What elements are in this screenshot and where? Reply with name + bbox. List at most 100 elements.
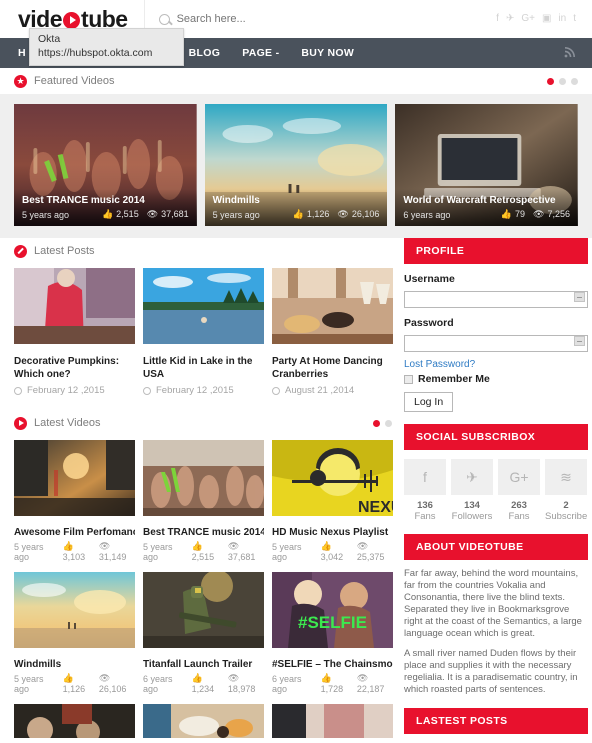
password-input[interactable] bbox=[404, 335, 588, 352]
nav-item-page[interactable]: PAGE - bbox=[231, 47, 290, 59]
list-item[interactable]: #SELFIE #SELFIE – The Chainsmokers 6 yea… bbox=[272, 572, 393, 694]
remember-me-row[interactable]: Remember Me bbox=[404, 373, 588, 385]
list-item[interactable]: NEXU HD Music Nexus Playlist 5 years ago… bbox=[272, 440, 402, 562]
autofill-icon[interactable] bbox=[574, 336, 585, 346]
featured-card[interactable]: World of Warcraft Retrospective 6 years … bbox=[395, 104, 579, 226]
eye-icon: 👁 bbox=[98, 541, 111, 551]
latest-videos-row-1: Awesome Film Perfomance 5 years ago 👍3,1… bbox=[14, 440, 402, 562]
clock-icon bbox=[14, 386, 22, 395]
social-label: Fans bbox=[414, 511, 436, 522]
facebook-icon[interactable]: f bbox=[496, 14, 499, 24]
about-widget: ABOUT VIDEOTUBE Far far away, behind the… bbox=[404, 534, 588, 696]
latest-videos-header: Latest Videos bbox=[14, 410, 392, 436]
eye-icon: 👁 bbox=[356, 673, 369, 683]
carousel-dot-3[interactable] bbox=[571, 77, 578, 85]
lost-password-link[interactable]: Lost Password? bbox=[404, 359, 588, 370]
list-item[interactable]: Titanfall Launch Trailer 6 years ago 👍1,… bbox=[143, 570, 264, 694]
featured-videos-header: Featured Videos bbox=[0, 68, 592, 94]
post-title: Decorative Pumpkins: Which one? bbox=[14, 356, 120, 380]
login-button[interactable]: Log In bbox=[404, 392, 454, 412]
social-label: Subscribe bbox=[545, 511, 588, 522]
featured-card-title: Windmills bbox=[212, 195, 260, 206]
google-plus-icon[interactable]: G+ bbox=[521, 14, 535, 24]
latest-posts-title: Latest Posts bbox=[34, 245, 95, 257]
featured-card-views: 👁 26,106 bbox=[337, 209, 380, 219]
clock-icon bbox=[143, 386, 151, 395]
video-title: #SELFIE – The Chainsmokers bbox=[272, 659, 393, 670]
autofill-icon[interactable] bbox=[574, 292, 585, 302]
social-count: 2 bbox=[563, 500, 569, 511]
post-title: Party At Home Dancing Cranberries bbox=[272, 356, 383, 380]
list-item[interactable]: Decorative Pumpkins: Which one? February… bbox=[14, 268, 135, 396]
instagram-icon[interactable]: ▣ bbox=[542, 14, 551, 24]
rss-icon: ≋ bbox=[545, 459, 587, 495]
facebook-icon: f bbox=[404, 459, 446, 495]
social-stat[interactable]: f 136 Fans bbox=[404, 459, 446, 522]
svg-text:NEXU: NEXU bbox=[358, 499, 393, 516]
lastest-posts-title: LASTEST POSTS bbox=[404, 708, 588, 734]
profile-widget: PROFILE Username Password Lost Password?… bbox=[404, 238, 588, 412]
star-icon bbox=[14, 74, 27, 88]
featured-card-likes: 👍 1,126 bbox=[292, 209, 330, 219]
tooltip-title: Okta bbox=[38, 33, 61, 45]
list-item[interactable] bbox=[272, 704, 393, 743]
featured-carousel: Best TRANCE music 2014 5 years ago 👍 2,51… bbox=[0, 94, 592, 238]
eye-icon: 👁 bbox=[227, 541, 240, 551]
thumbs-up-icon: 👍 bbox=[62, 541, 74, 551]
list-item[interactable]: Party At Home Dancing Cranberries August… bbox=[272, 268, 393, 396]
tumblr-icon[interactable]: t bbox=[573, 14, 576, 24]
videos-dot-2[interactable] bbox=[385, 419, 392, 427]
list-item[interactable] bbox=[143, 704, 264, 743]
thumbs-up-icon: 👍 bbox=[500, 209, 513, 219]
featured-carousel-dots bbox=[547, 77, 578, 85]
eye-icon: 👁 bbox=[146, 209, 159, 219]
video-title: Best TRANCE music 2014 bbox=[143, 527, 264, 538]
latest-posts-list: Decorative Pumpkins: Which one? February… bbox=[14, 268, 393, 396]
featured-card[interactable]: Windmills 5 years ago 👍 1,126 👁 26,106 bbox=[204, 104, 388, 226]
search-container[interactable] bbox=[143, 0, 497, 38]
thumbs-up-icon: 👍 bbox=[191, 673, 203, 683]
carousel-dot-2[interactable] bbox=[559, 77, 566, 85]
carousel-dot-1[interactable] bbox=[547, 77, 554, 85]
nav-item-buy-now[interactable]: BUY NOW bbox=[290, 47, 365, 59]
social-stat[interactable]: ✈ 134 Followers bbox=[451, 459, 493, 522]
search-input[interactable] bbox=[176, 13, 357, 25]
videos-dot-1[interactable] bbox=[373, 419, 380, 427]
video-meta: 6 years ago 👍1,728 👁22,187 bbox=[272, 673, 385, 694]
remember-me-checkbox[interactable] bbox=[404, 374, 413, 384]
eye-icon: 👁 bbox=[227, 673, 240, 683]
about-paragraph-1: Far far away, behind the word mountains,… bbox=[404, 568, 582, 639]
play-icon bbox=[14, 416, 27, 430]
list-item[interactable]: Awesome Film Perfomance 5 years ago 👍3,1… bbox=[14, 440, 135, 562]
linkedin-icon[interactable]: in bbox=[558, 14, 566, 24]
list-item[interactable]: Best TRANCE music 2014 5 years ago 👍2,51… bbox=[143, 440, 264, 562]
list-item[interactable] bbox=[14, 704, 135, 743]
thumbs-up-icon: 👍 bbox=[292, 209, 304, 219]
header-social-links: f ✈ G+ ▣ in t bbox=[496, 14, 592, 24]
eye-icon: 👁 bbox=[337, 209, 349, 219]
post-title: Little Kid in Lake in the USA bbox=[143, 356, 253, 380]
video-title: Titanfall Launch Trailer bbox=[143, 659, 253, 670]
page-root: vide tube f ✈ G+ ▣ in t H S FOOD & HEALT… bbox=[0, 0, 592, 743]
list-item[interactable]: Little Kid in Lake in the USA February 1… bbox=[143, 268, 264, 396]
latest-videos-row-2: Windmills 5 years ago 👍1,126 👁26,106 Tit… bbox=[14, 570, 393, 694]
rss-icon[interactable] bbox=[564, 46, 592, 61]
social-stat[interactable]: G+ 263 Fans bbox=[498, 459, 540, 522]
video-title: HD Music Nexus Playlist bbox=[272, 527, 389, 538]
thumbs-up-icon: 👍 bbox=[101, 209, 114, 219]
tooltip-url: https://hubspot.okta.com bbox=[38, 47, 153, 59]
twitter-icon[interactable]: ✈ bbox=[506, 14, 514, 24]
featured-card[interactable]: Best TRANCE music 2014 5 years ago 👍 2,51… bbox=[14, 104, 197, 226]
social-stat[interactable]: ≋ 2 Subscribe bbox=[545, 459, 587, 522]
latest-videos-dots bbox=[373, 419, 392, 427]
username-field-wrap bbox=[404, 289, 588, 308]
latest-posts-header: Latest Posts bbox=[14, 238, 392, 264]
eye-icon: 👁 bbox=[98, 673, 111, 683]
list-item[interactable]: Windmills 5 years ago 👍1,126 👁26,106 bbox=[14, 572, 135, 694]
nav-item-blog[interactable]: BLOG bbox=[178, 47, 232, 59]
username-input[interactable] bbox=[404, 291, 588, 308]
google-plus-icon: G+ bbox=[498, 459, 540, 495]
social-label: Fans bbox=[508, 511, 530, 522]
featured-card-age: 5 years ago bbox=[22, 209, 70, 220]
video-meta: 6 years ago 👍1,234 👁18,978 bbox=[143, 673, 256, 694]
